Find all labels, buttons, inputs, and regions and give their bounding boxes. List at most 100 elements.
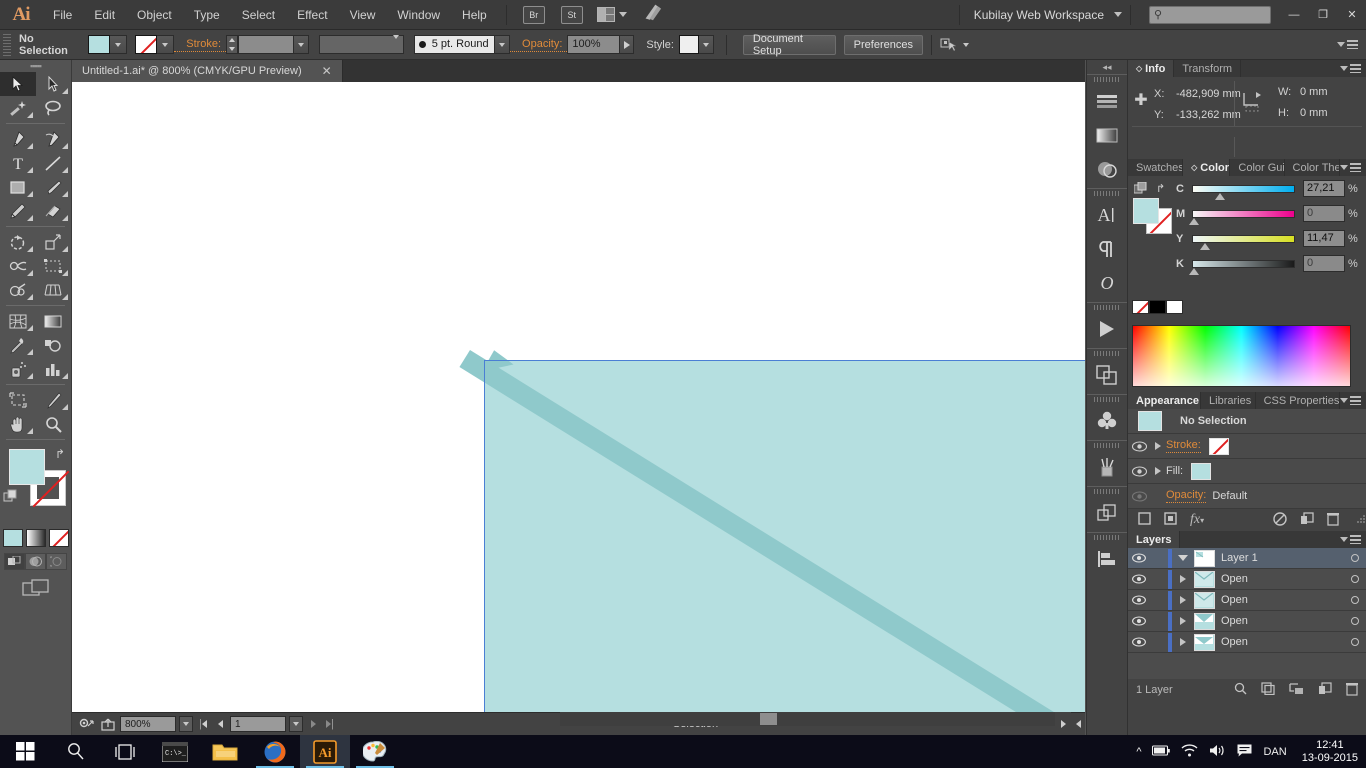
- stroke-weight-dropdown[interactable]: [294, 35, 310, 54]
- fill-color-box[interactable]: [1133, 198, 1159, 224]
- document-tab[interactable]: Untitled-1.ai* @ 800% (CMYK/GPU Preview)…: [72, 60, 343, 82]
- arrange-documents-button[interactable]: [596, 7, 627, 22]
- fill-color-indicator[interactable]: [9, 449, 45, 485]
- expand-icon[interactable]: [1172, 617, 1194, 625]
- expand-icon[interactable]: [1150, 467, 1166, 475]
- horizontal-scroll-thumb[interactable]: [760, 713, 777, 725]
- artboard-tool[interactable]: [0, 388, 36, 412]
- last-artboard-button[interactable]: |: [323, 716, 337, 732]
- opacity-dropdown-button[interactable]: [620, 35, 635, 54]
- draw-inside-button[interactable]: [46, 553, 67, 570]
- preferences-button[interactable]: Preferences: [843, 34, 923, 55]
- stroke-swatch-group[interactable]: [135, 35, 175, 54]
- visibility-icon[interactable]: [1128, 465, 1150, 477]
- tab-info[interactable]: ◇ Info: [1128, 60, 1175, 77]
- target-indicator[interactable]: [1344, 617, 1366, 625]
- visibility-icon[interactable]: [1128, 595, 1150, 605]
- transparency-icon[interactable]: [1087, 152, 1127, 186]
- artboard-number-dropdown[interactable]: [289, 716, 303, 732]
- zoom-tool[interactable]: [36, 412, 72, 436]
- target-indicator[interactable]: [1344, 554, 1366, 562]
- layer-row-sub-1[interactable]: Open: [1128, 569, 1366, 590]
- visibility-icon[interactable]: [1128, 490, 1150, 502]
- appearance-row-stroke[interactable]: Stroke:: [1128, 434, 1366, 459]
- stock-button[interactable]: St: [560, 5, 583, 24]
- layer-name[interactable]: Open: [1221, 573, 1344, 585]
- layers-empty-area[interactable]: [1128, 653, 1366, 679]
- taskbar-app-firefox[interactable]: [250, 735, 300, 768]
- menu-effect[interactable]: Effect: [286, 0, 338, 30]
- gradient-tool[interactable]: [36, 309, 72, 333]
- taskbar-app-command-prompt[interactable]: C:\>_: [150, 735, 200, 768]
- mesh-tool[interactable]: [0, 309, 36, 333]
- layer-row-sub-4[interactable]: Open: [1128, 632, 1366, 653]
- tab-css-properties[interactable]: CSS Properties: [1255, 392, 1340, 409]
- draw-normal-button[interactable]: [4, 553, 25, 570]
- stroke-weight-field[interactable]: [237, 35, 295, 54]
- type-tool[interactable]: T: [0, 151, 36, 175]
- dock-grip[interactable]: [1087, 395, 1127, 404]
- clock[interactable]: 12:41 13-09-2015: [1298, 739, 1358, 765]
- menu-file[interactable]: File: [42, 0, 83, 30]
- panel-resize-grip[interactable]: [1356, 514, 1366, 527]
- artboards-icon[interactable]: [1087, 496, 1127, 530]
- add-new-fill-icon[interactable]: [1164, 512, 1177, 528]
- fill-dropdown-button[interactable]: [110, 35, 128, 54]
- stroke-profile-dropdown[interactable]: [319, 34, 404, 54]
- black-value[interactable]: 0: [1303, 255, 1345, 272]
- hand-tool[interactable]: [0, 412, 36, 436]
- menu-view[interactable]: View: [339, 0, 387, 30]
- magenta-slider[interactable]: [1189, 209, 1295, 225]
- free-transform-tool[interactable]: [36, 254, 72, 278]
- fill-stroke-proxy-icon[interactable]: [1133, 181, 1147, 197]
- character-icon[interactable]: A: [1087, 198, 1127, 232]
- cyan-slider[interactable]: [1192, 184, 1295, 200]
- layer-name[interactable]: Layer 1: [1221, 552, 1344, 564]
- color-panel-menu[interactable]: [1340, 163, 1361, 172]
- none-mode-button[interactable]: [48, 529, 69, 547]
- shape-builder-tool[interactable]: [0, 278, 36, 302]
- workspace-switcher-label[interactable]: Kubilay Web Workspace: [968, 8, 1110, 22]
- tab-libraries[interactable]: Libraries: [1201, 392, 1256, 409]
- visibility-icon[interactable]: [1128, 616, 1150, 626]
- taskbar-app-file-explorer[interactable]: [200, 735, 250, 768]
- appearance-fill-label[interactable]: Fill:: [1166, 465, 1183, 478]
- appearance-target-row[interactable]: No Selection: [1128, 409, 1366, 434]
- canvas-horizontal-scrollbar[interactable]: [560, 712, 1070, 726]
- tools-panel-grip[interactable]: ▪▪▪▪▪: [0, 60, 71, 72]
- menu-object[interactable]: Object: [126, 0, 183, 30]
- zoom-level-field[interactable]: 800%: [120, 716, 176, 732]
- swatch-white[interactable]: [1166, 300, 1183, 314]
- menu-help[interactable]: Help: [451, 0, 498, 30]
- target-indicator[interactable]: [1344, 596, 1366, 604]
- magenta-value[interactable]: 0: [1303, 205, 1345, 222]
- taskbar-app-illustrator[interactable]: Ai: [300, 735, 350, 768]
- share-on-behance-icon[interactable]: [99, 716, 117, 732]
- paintbrush-tool[interactable]: [36, 175, 72, 199]
- bridge-button[interactable]: Br: [522, 5, 545, 24]
- curvature-tool[interactable]: [36, 127, 72, 151]
- blend-tool[interactable]: [36, 333, 72, 357]
- layer-name[interactable]: Open: [1221, 636, 1344, 648]
- opacity-label[interactable]: Opacity:: [510, 37, 568, 52]
- dock-grip[interactable]: [1087, 487, 1127, 496]
- artwork-shape[interactable]: [484, 360, 1085, 712]
- locate-object-icon[interactable]: [1234, 682, 1247, 698]
- appearance-row-fill[interactable]: Fill:: [1128, 459, 1366, 484]
- stroke-weight-spinner[interactable]: [226, 35, 238, 54]
- create-new-sublayer-icon[interactable]: [1289, 682, 1304, 698]
- clear-appearance-icon[interactable]: [1273, 511, 1287, 529]
- menu-select[interactable]: Select: [231, 0, 286, 30]
- lasso-tool[interactable]: [36, 96, 72, 120]
- symbol-sprayer-tool[interactable]: [0, 357, 36, 381]
- restore-button[interactable]: ❐: [1309, 4, 1337, 26]
- change-screen-mode-button[interactable]: [0, 578, 71, 598]
- pencil-tool[interactable]: [0, 199, 36, 223]
- opacity-field[interactable]: 100%: [567, 35, 621, 54]
- previous-artboard-button[interactable]: [213, 716, 227, 732]
- glyphs-icon[interactable]: O: [1087, 266, 1127, 300]
- target-indicator[interactable]: [1344, 575, 1366, 583]
- menu-edit[interactable]: Edit: [83, 0, 126, 30]
- color-spectrum-bar[interactable]: [1132, 325, 1351, 387]
- action-center-icon[interactable]: [1237, 744, 1252, 760]
